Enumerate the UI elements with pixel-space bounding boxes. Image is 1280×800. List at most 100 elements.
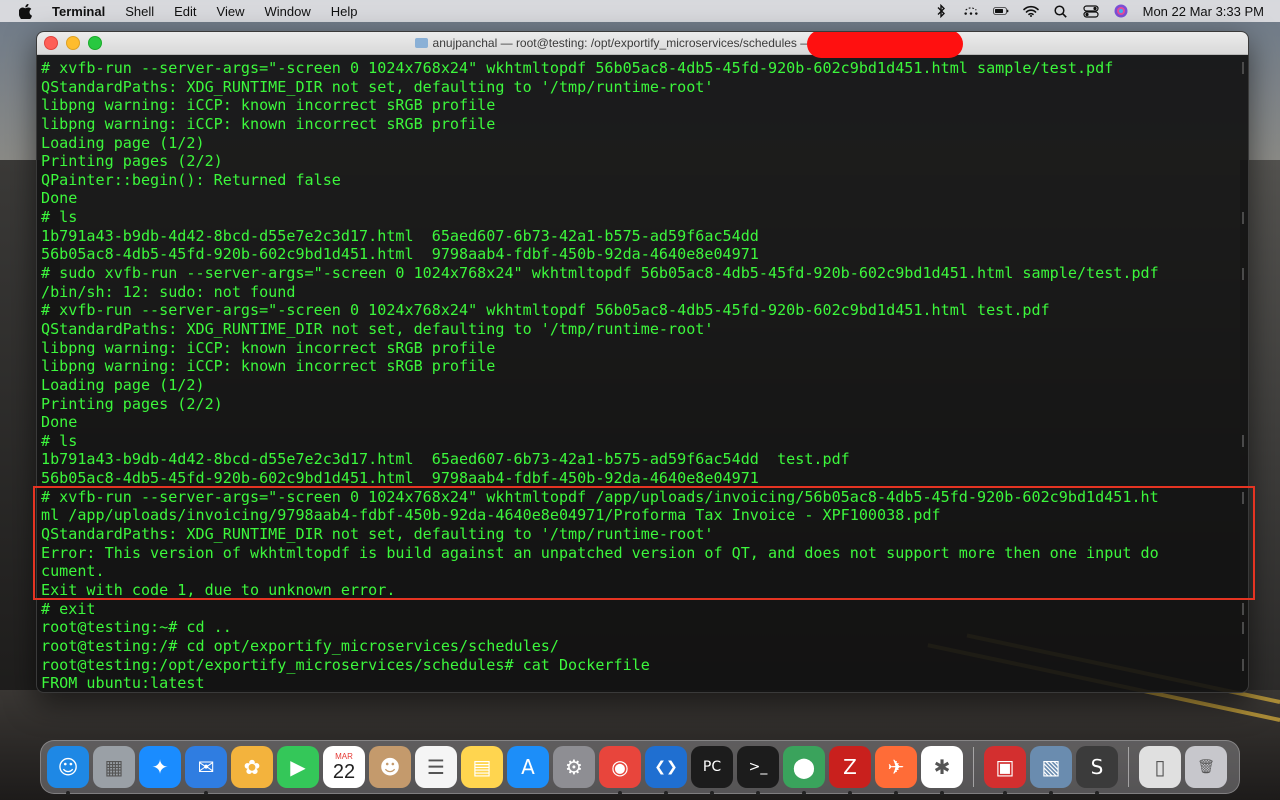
reminders-icon[interactable]: ☰ (415, 746, 457, 788)
menubar-clock[interactable]: Mon 22 Mar 3:33 PM (1143, 4, 1264, 19)
menu-view[interactable]: View (217, 4, 245, 19)
chrome-icon[interactable]: ◉ (599, 746, 641, 795)
calendar-icon[interactable]: MAR 22 (323, 746, 365, 788)
search-icon[interactable] (1053, 4, 1069, 18)
menu-app-name[interactable]: Terminal (52, 4, 105, 19)
terminal-line: FROM ubuntu:latest (41, 674, 205, 693)
terminal-glyph: >_ (748, 759, 768, 775)
facetime-icon[interactable]: ▶ (277, 746, 319, 788)
contacts-glyph: ☻ (379, 755, 401, 779)
running-indicator (894, 791, 898, 795)
photo-booth-icon[interactable]: ▣ (984, 746, 1026, 795)
sublime-text-icon[interactable]: S (1076, 746, 1118, 795)
dock: ☺ ▦ ✦ ✉ ✿ ▶ MAR 22 ☻ ☰ ▤ A ⚙ ◉ ❮❯ PC >_ ⬤ Z ✈ ✱ ▣ ▧ S ▯ 🗑 (40, 740, 1240, 795)
finder-icon[interactable]: ☺ (47, 746, 89, 795)
terminal-line: 56b05ac8-4db5-45fd-920b-602c9bd1d451.htm… (41, 245, 759, 264)
running-indicator (802, 791, 806, 795)
filezilla-icon[interactable]: Z (829, 746, 871, 795)
running-indicator (848, 791, 852, 795)
slack-icon[interactable]: ✱ (921, 746, 963, 795)
safari-glyph: ✦ (151, 755, 169, 779)
terminal-line: # xvfb-run --server-args="-screen 0 1024… (41, 487, 1159, 506)
scroll-marker (1242, 268, 1244, 280)
terminal-line: libpng warning: iCCP: known incorrect sR… (41, 114, 496, 133)
app-store-icon[interactable]: A (507, 746, 549, 788)
terminal-line: # ls (41, 208, 78, 227)
terminal-line: QStandardPaths: XDG_RUNTIME_DIR not set,… (41, 525, 714, 544)
scroll-marker (1242, 603, 1244, 615)
menu-help[interactable]: Help (331, 4, 358, 19)
zoom-button[interactable] (88, 36, 102, 50)
terminal-line: # sudo xvfb-run --server-args="-screen 0… (41, 264, 1159, 283)
terminal-line: libpng warning: iCCP: known incorrect sR… (41, 357, 496, 376)
terminal-line: cument. (41, 562, 105, 581)
menu-shell[interactable]: Shell (125, 4, 154, 19)
system-preferences-glyph: ⚙ (565, 755, 583, 779)
terminal-line: 1b791a43-b9db-4d42-8bcd-d55e7e2c3d17.htm… (41, 226, 759, 245)
mail-glyph: ✉ (197, 755, 215, 779)
window-titlebar[interactable]: anujpanchal — root@testing: /opt/exporti… (37, 32, 1248, 58)
terminal-line: 56b05ac8-4db5-45fd-920b-602c9bd1d451.htm… (41, 469, 759, 488)
terminal-line: QStandardPaths: XDG_RUNTIME_DIR not set,… (41, 319, 714, 338)
close-button[interactable] (44, 36, 58, 50)
terminal-output[interactable]: # xvfb-run --server-args="-screen 0 1024… (37, 55, 1248, 692)
wifi-dots-icon[interactable] (963, 4, 979, 18)
terminal-line: Done (41, 413, 78, 432)
menu-edit[interactable]: Edit (174, 4, 196, 19)
downloads-stack-glyph: ▯ (1154, 755, 1166, 779)
facetime-glyph: ▶ (290, 755, 306, 779)
running-indicator (710, 791, 714, 795)
terminal-line: Exit with code 1, due to unknown error. (41, 580, 396, 599)
running-indicator (664, 791, 668, 795)
postman-icon[interactable]: ✈ (875, 746, 917, 795)
battery-icon[interactable] (992, 4, 1009, 18)
siri-icon[interactable] (1113, 4, 1129, 18)
sourcetree-icon[interactable]: ⬤ (783, 746, 825, 795)
scroll-marker (1242, 492, 1244, 504)
trash-icon[interactable]: 🗑 (1185, 746, 1227, 788)
safari-icon[interactable]: ✦ (139, 746, 181, 788)
dock-separator (973, 747, 974, 787)
notes-icon[interactable]: ▤ (461, 746, 503, 788)
dock-separator (1128, 747, 1129, 787)
redaction-mark (807, 32, 963, 58)
running-indicator (204, 791, 208, 795)
running-indicator (66, 791, 70, 795)
vscode-icon[interactable]: ❮❯ (645, 746, 687, 795)
minimize-button[interactable] (66, 36, 80, 50)
bluetooth-icon[interactable] (933, 4, 949, 18)
wifi-icon[interactable] (1022, 4, 1039, 18)
slack-glyph: ✱ (933, 755, 951, 779)
running-indicator (1095, 791, 1099, 795)
postman-glyph: ✈ (887, 755, 905, 779)
preview-icon[interactable]: ▧ (1030, 746, 1072, 795)
terminal-window: anujpanchal — root@testing: /opt/exporti… (36, 31, 1249, 693)
terminal-line: # xvfb-run --server-args="-screen 0 1024… (41, 301, 1050, 320)
menu-window[interactable]: Window (265, 4, 311, 19)
running-indicator (756, 791, 760, 795)
calendar-day: 22 (332, 760, 356, 783)
vscode-glyph: ❮❯ (654, 759, 678, 775)
terminal-line: root@testing:/opt/exportify_microservice… (41, 655, 650, 674)
terminal-line: Printing pages (2/2) (41, 394, 223, 413)
scroll-marker (1242, 622, 1244, 634)
terminal-icon[interactable]: >_ (737, 746, 779, 795)
mail-icon[interactable]: ✉ (185, 746, 227, 795)
downloads-stack-icon[interactable]: ▯ (1139, 746, 1181, 788)
pycharm-icon[interactable]: PC (691, 746, 733, 795)
scroll-marker (1242, 212, 1244, 224)
terminal-line: root@testing:/# cd opt/exportify_microse… (41, 636, 559, 655)
terminal-line: # exit (41, 599, 96, 618)
photos-icon[interactable]: ✿ (231, 746, 273, 788)
apple-menu-icon[interactable] (18, 3, 32, 19)
system-preferences-icon[interactable]: ⚙ (553, 746, 595, 788)
running-indicator (1003, 791, 1007, 795)
launchpad-icon[interactable]: ▦ (93, 746, 135, 788)
folder-icon (414, 38, 428, 48)
app-store-glyph: A (521, 755, 535, 779)
terminal-line: libpng warning: iCCP: known incorrect sR… (41, 338, 496, 357)
terminal-line: Done (41, 189, 78, 208)
contacts-icon[interactable]: ☻ (369, 746, 411, 788)
control-center-icon[interactable] (1083, 4, 1099, 18)
terminal-line: 1b791a43-b9db-4d42-8bcd-d55e7e2c3d17.htm… (41, 450, 850, 469)
